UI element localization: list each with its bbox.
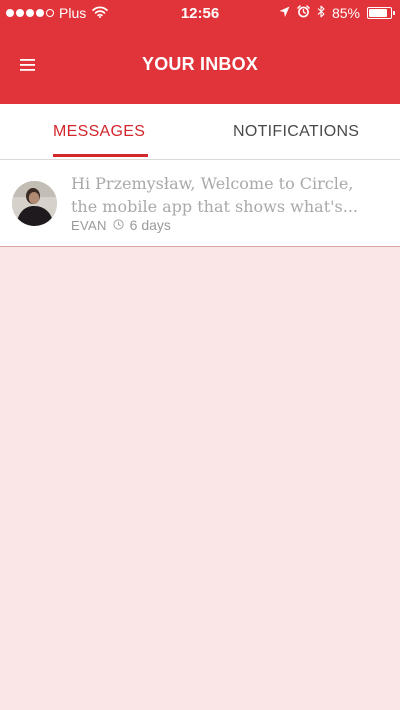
bluetooth-icon: [317, 5, 325, 21]
status-bar-right: 85%: [279, 5, 395, 21]
battery-fill: [369, 9, 387, 17]
battery-percentage: 85%: [331, 5, 360, 21]
message-preview: Hi Przemysław, Welcome to Circle, the mo…: [71, 172, 389, 218]
tab-bar: MESSAGES NOTIFICATIONS: [0, 104, 400, 160]
tab-notifications[interactable]: NOTIFICATIONS: [233, 123, 359, 141]
message-meta: EVAN 6 days: [71, 217, 171, 233]
location-arrow-icon: [279, 5, 290, 21]
avatar: [12, 181, 57, 226]
message-sender: EVAN: [71, 217, 107, 233]
app-header: Plus 12:56 85% YOUR INBOX: [0, 0, 400, 104]
message-item[interactable]: Hi Przemysław, Welcome to Circle, the mo…: [0, 160, 400, 247]
active-tab-indicator: [53, 154, 148, 157]
tab-messages[interactable]: MESSAGES: [53, 123, 145, 141]
message-preview-line: Hi Przemysław, Welcome to Circle,: [71, 174, 354, 193]
page-title: YOUR INBOX: [141, 54, 258, 74]
message-preview-line: the mobile app that shows what's...: [71, 197, 358, 216]
alarm-clock-icon: [297, 5, 310, 21]
message-time: 6 days: [129, 217, 171, 233]
status-bar: Plus 12:56 85%: [0, 0, 400, 26]
message-list: Hi Przemysław, Welcome to Circle, the mo…: [0, 160, 400, 247]
battery-icon: [367, 7, 395, 19]
clock-icon: [113, 218, 124, 233]
